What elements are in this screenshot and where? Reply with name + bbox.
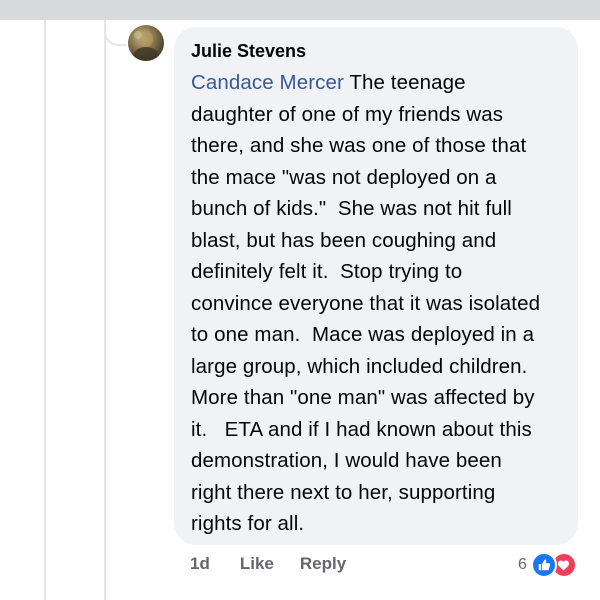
avatar-photo-icon <box>133 31 159 61</box>
avatar[interactable] <box>128 25 164 61</box>
comment-line: blast, but has been coughing and <box>191 228 497 252</box>
comment-author[interactable]: Julie Stevens <box>191 39 564 63</box>
comment-actions: 1d Like Reply <box>190 554 372 574</box>
reply-button[interactable]: Reply <box>300 554 346 574</box>
comment-line: rights for all. <box>191 512 305 535</box>
reaction-summary[interactable]: 6 <box>518 552 577 578</box>
comment-line-1: Candace Mercer The teenage <box>191 67 564 99</box>
comment-line: demonstration, I would have been <box>191 449 502 472</box>
top-divider-bar <box>0 0 600 20</box>
comment-line: daughter of one of my friends was <box>191 102 504 126</box>
comment-line: convince everyone that it was isolated <box>191 291 541 315</box>
comment-line: there, and she was one of those that <box>191 134 527 157</box>
like-button[interactable]: Like <box>240 554 274 574</box>
comment-line: definitely felt it. Stop trying to <box>191 260 463 283</box>
comment-line: More than "one man" was affected by <box>191 386 535 409</box>
thread-line-outer <box>44 20 46 600</box>
comment-bubble: Julie Stevens Candace Mercer The teenage… <box>174 27 578 545</box>
timestamp[interactable]: 1d <box>190 554 210 574</box>
comment-line: it. ETA and if I had known about this <box>191 417 532 441</box>
comment-line: the mace "was not deployed on a <box>191 165 497 189</box>
comment-line-1-text: The teenage <box>343 71 466 94</box>
reaction-count: 6 <box>518 556 527 573</box>
comment-text: Candace Mercer The teenage daughter of o… <box>191 67 564 540</box>
comment-line: to one man. Mace was deployed in a <box>191 323 535 346</box>
mention-link[interactable]: Candace Mercer <box>191 71 344 94</box>
comment-line: bunch of kids." She was not hit full <box>191 197 512 220</box>
thread-line-inner <box>104 20 106 600</box>
comment-line: right there next to her, supporting <box>191 480 496 504</box>
comment-line: large group, which included children. <box>191 354 528 378</box>
like-reaction-icon <box>530 552 557 578</box>
reply-branch-connector <box>104 20 126 46</box>
